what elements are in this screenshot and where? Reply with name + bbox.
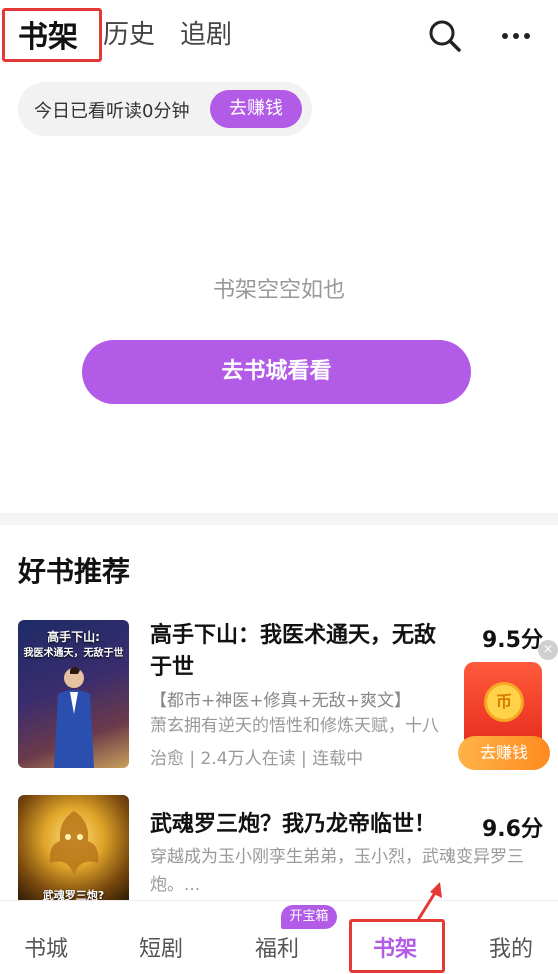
cover-title-line-2: 我医术通天，无敌于世 [23, 648, 124, 659]
nav-mine[interactable]: 我的 [471, 931, 551, 963]
cover-figure-image [54, 667, 94, 768]
reading-time-text: 今日已看听读0分钟 [34, 101, 190, 122]
tab-highlight-box [2, 8, 102, 62]
cover-title-line-1: 武魂罗三炮? [42, 889, 105, 901]
float-earn-button[interactable]: 去赚钱 [458, 736, 550, 770]
nav-welfare[interactable]: 福利 [237, 931, 317, 963]
reading-time-pill: 今日已看听读0分钟 去赚钱 [18, 82, 312, 136]
section-divider [0, 513, 558, 525]
empty-bookshelf-message: 书架空空如也 [212, 278, 345, 303]
book-description: 穿越成为玉小刚孪生弟弟，玉小烈，武魂变异罗三炮。... [150, 847, 524, 895]
tab-drama[interactable]: 追剧 [180, 14, 232, 51]
cover-title-line-1: 高手下山: [47, 630, 100, 644]
tab-history[interactable]: 历史 [103, 14, 155, 51]
earn-money-button[interactable]: 去赚钱 [210, 90, 302, 128]
coin-icon: 币 [484, 682, 524, 722]
more-icon[interactable] [496, 16, 536, 56]
book-title[interactable]: 高手下山：我医术通天，无敌于世 [150, 620, 450, 684]
book-title[interactable]: 武魂罗三炮？我乃龙帝临世！ [150, 809, 480, 841]
book-meta: 治愈 | 2.4万人在读 | 连载中 [150, 749, 364, 769]
recommend-section-title: 好书推荐 [18, 555, 131, 588]
book-score: 9.6分 [482, 817, 543, 842]
search-icon[interactable] [425, 16, 465, 56]
book-cover-2[interactable]: 武魂罗三炮? [18, 795, 129, 901]
nav-store[interactable]: 书城 [6, 931, 86, 963]
cover-dragon-image [49, 811, 99, 875]
go-to-store-button[interactable]: 去书城看看 [82, 340, 471, 404]
bottom-navigation: 书城 短剧 开宝箱 福利 书架 我的 [0, 900, 558, 974]
book-tags: 【都市+神医+修真+无敌+爽文】 [150, 691, 411, 711]
book-description: 萧玄拥有逆天的悟性和修炼天赋，十八 [150, 716, 439, 736]
top-tab-bar: 书架 历史 追剧 [0, 0, 558, 72]
treasure-box-badge[interactable]: 开宝箱 [281, 905, 337, 929]
annotation-arrow-icon [416, 882, 442, 921]
nav-short-drama[interactable]: 短剧 [121, 931, 201, 963]
book-cover-1[interactable]: 高手下山: 我医术通天，无敌于世 [18, 620, 129, 768]
floating-earn-widget[interactable]: × 币 去赚钱 [458, 636, 558, 772]
close-icon[interactable]: × [538, 640, 558, 660]
